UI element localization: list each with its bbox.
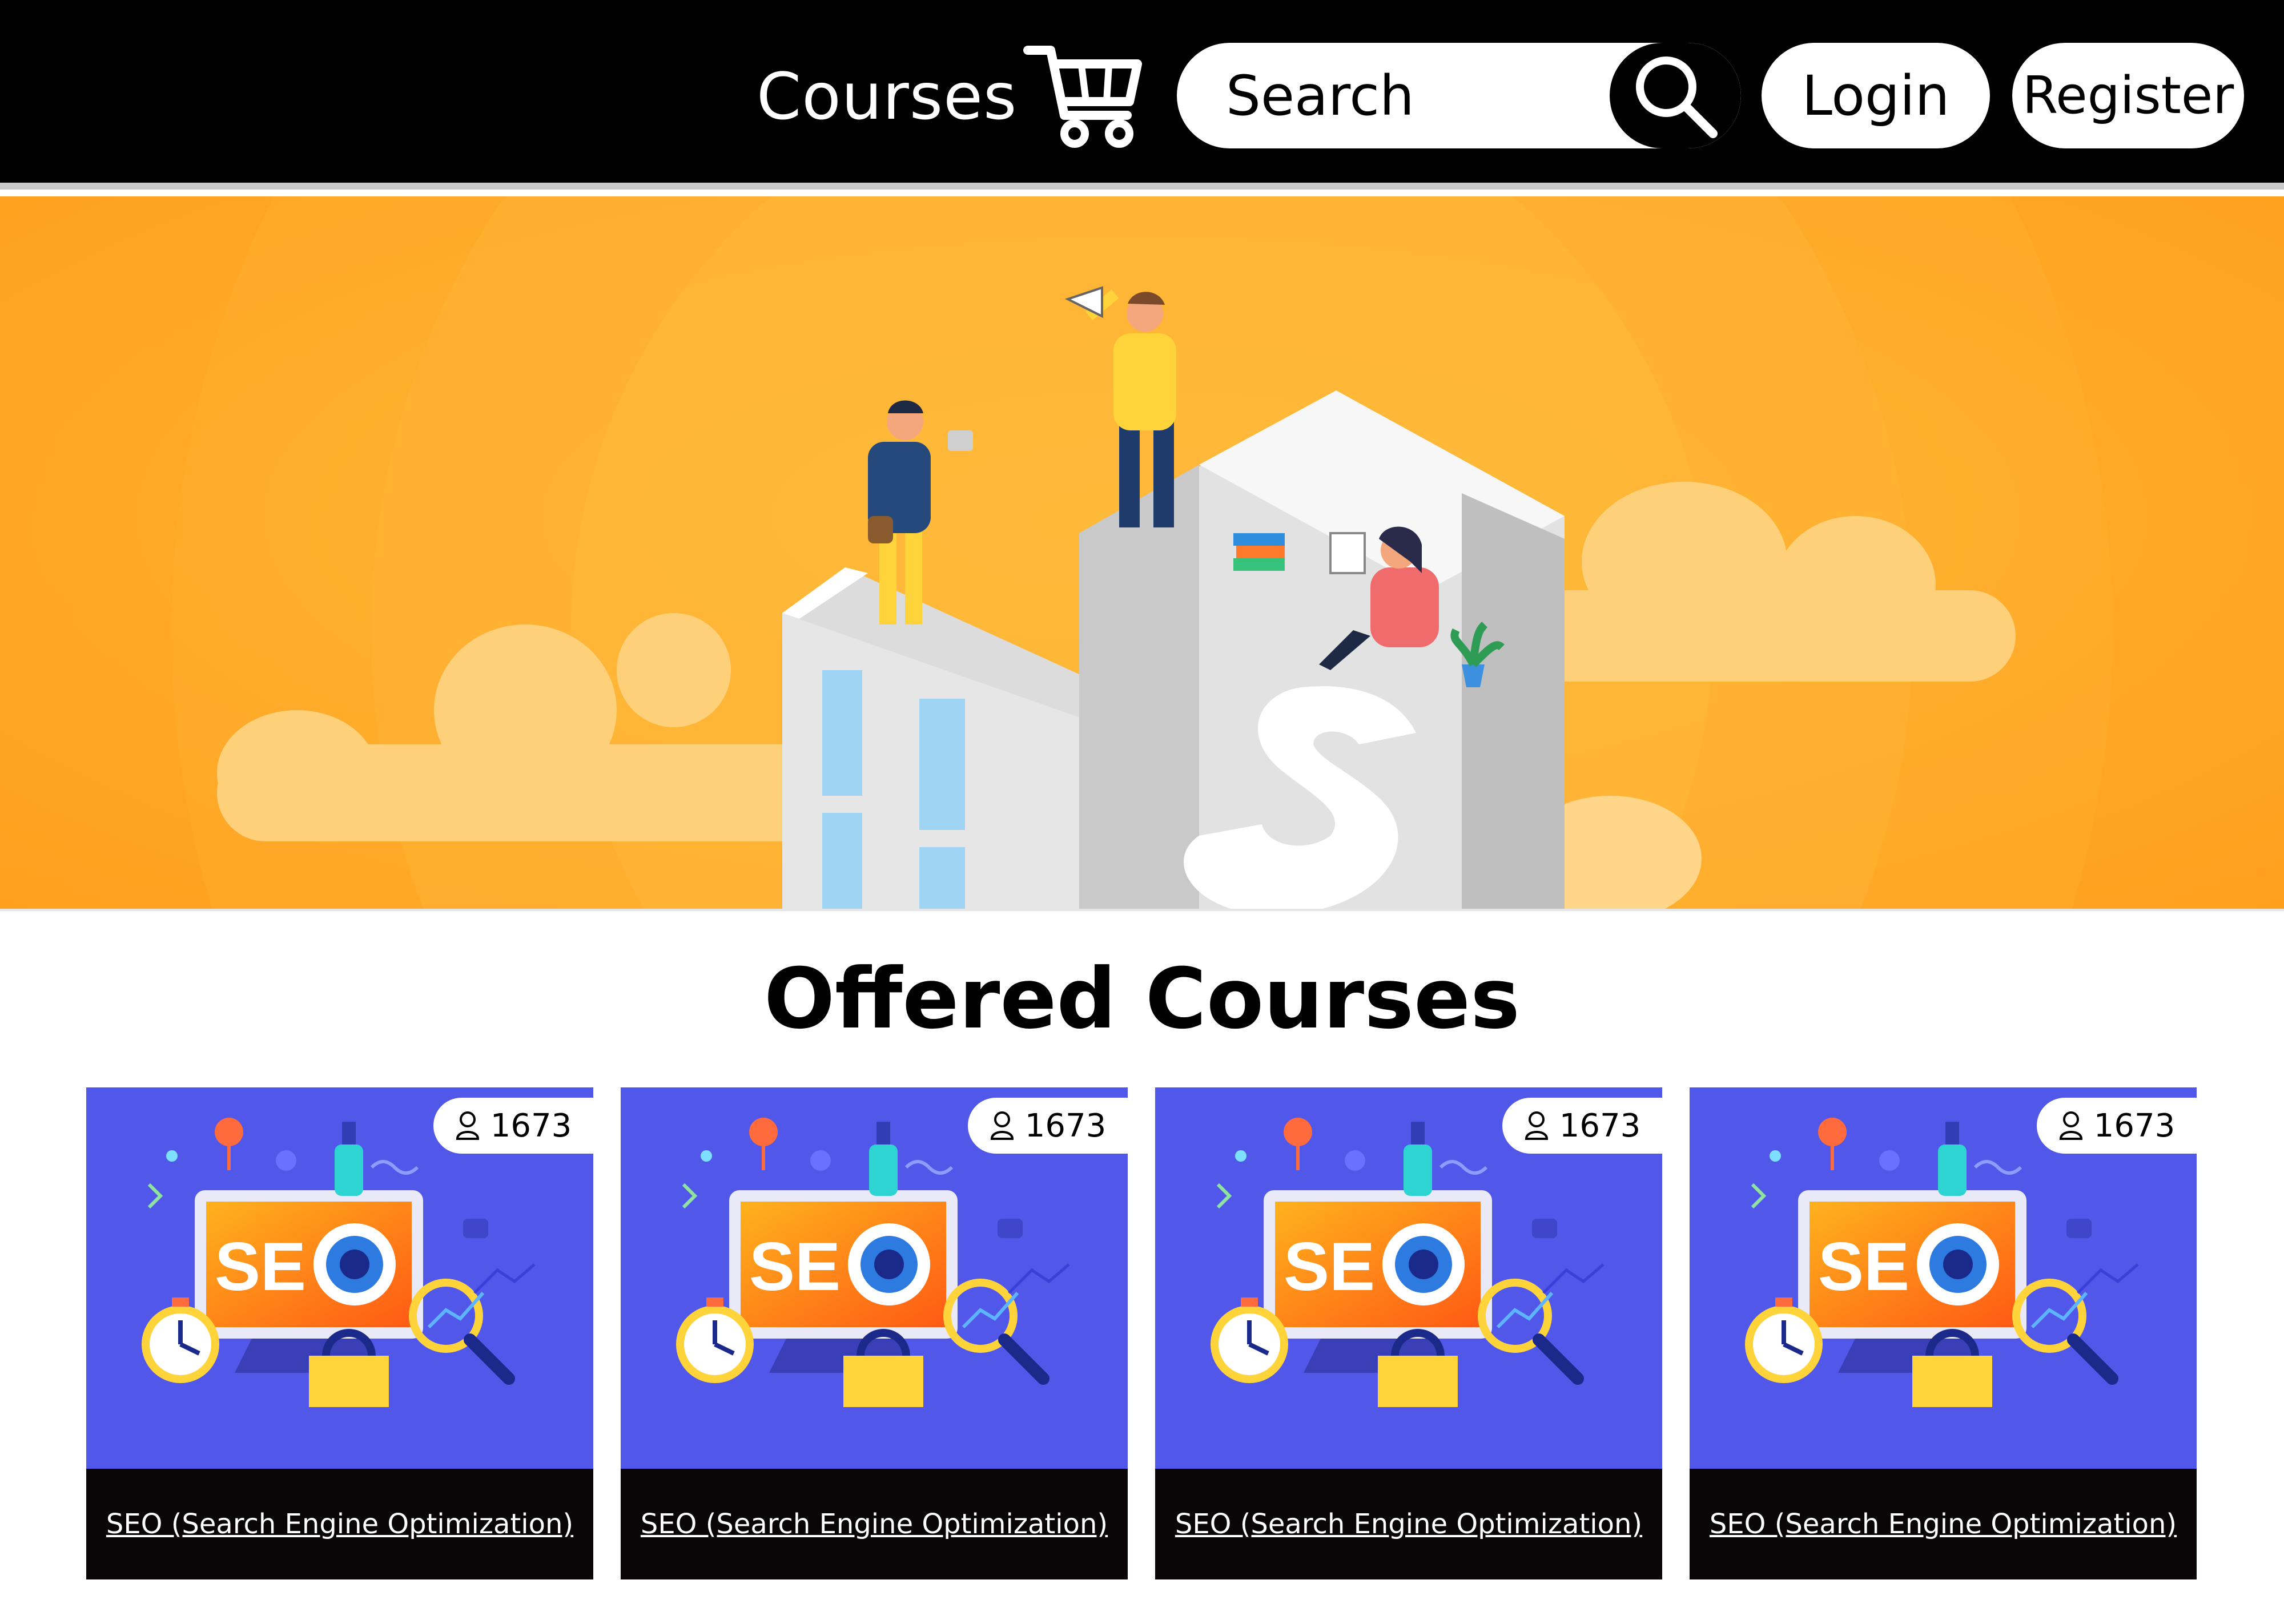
student-count: 1673 (1024, 1107, 1107, 1145)
offered-courses-heading: Offered Courses (764, 950, 1520, 1047)
search-box (1177, 43, 1741, 148)
search-button[interactable] (1610, 43, 1741, 148)
hero-banner (0, 196, 2284, 911)
course-title-link[interactable]: SEO (Search Engine Optimization) (641, 1508, 1108, 1540)
books-icon (1233, 533, 1285, 571)
course-card-footer: SEO (Search Engine Optimization) (86, 1469, 593, 1579)
search-icon (1636, 56, 1718, 138)
student-count: 1673 (490, 1107, 572, 1145)
course-title-link[interactable]: SEO (Search Engine Optimization) (106, 1508, 573, 1540)
top-navbar: Courses Login Register (0, 0, 2284, 190)
student-count-badge: 1673 (433, 1098, 593, 1154)
course-card-footer: SEO (Search Engine Optimization) (1690, 1469, 2197, 1579)
user-icon (990, 1111, 1014, 1140)
course-card[interactable]: SE 1673 SEO (Search Engine Optimization) (1690, 1087, 2197, 1579)
user-icon (456, 1111, 479, 1140)
register-button[interactable]: Register (2012, 43, 2244, 148)
svg-text:SE: SE (1818, 1228, 1909, 1305)
course-card[interactable]: SE 1673 SEO (Search Engine Optimization) (86, 1087, 593, 1579)
login-button[interactable]: Login (1762, 43, 1990, 148)
student-count-badge: 1673 (1502, 1098, 1662, 1154)
cart-icon[interactable] (1023, 42, 1143, 151)
course-card[interactable]: SE 1673 SEO (Search Engine Optimization) (1155, 1087, 1662, 1579)
student-count-badge: 1673 (2037, 1098, 2197, 1154)
svg-text:SE: SE (215, 1228, 306, 1305)
course-title-link[interactable]: SEO (Search Engine Optimization) (1710, 1508, 2177, 1540)
hero-illustration (171, 196, 2113, 909)
course-title-link[interactable]: SEO (Search Engine Optimization) (1175, 1508, 1642, 1540)
svg-text:SE: SE (1284, 1228, 1375, 1305)
user-icon (1525, 1111, 1548, 1140)
student-count-badge: 1673 (968, 1098, 1128, 1154)
user-icon (2059, 1111, 2082, 1140)
student-count: 1673 (1559, 1107, 1641, 1145)
course-card-footer: SEO (Search Engine Optimization) (621, 1469, 1128, 1579)
nav-link-courses[interactable]: Courses (757, 57, 1017, 137)
student-count: 1673 (2093, 1107, 2176, 1145)
search-input[interactable] (1177, 43, 1611, 148)
svg-text:SE: SE (749, 1228, 841, 1305)
course-card-list: SE 1673 SEO (Search Engine Optimization)… (0, 1087, 2284, 1579)
course-card[interactable]: SE 1673 SEO (Search Engine Optimization) (621, 1087, 1128, 1579)
course-card-footer: SEO (Search Engine Optimization) (1155, 1469, 1662, 1579)
